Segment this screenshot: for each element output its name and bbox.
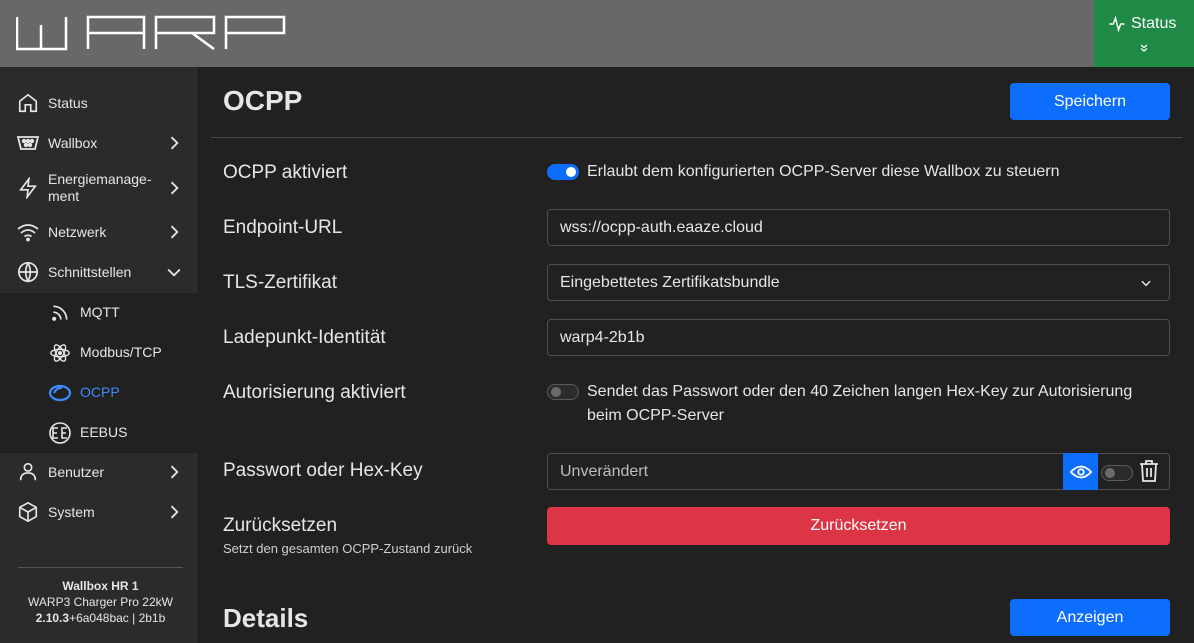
home-icon [16,91,40,115]
device-info: Wallbox HR 1 WARP3 Charger Pro 22kW 2.10… [18,567,183,626]
chevron-down-icon [1141,280,1151,287]
authorization-description: Sendet das Passwort oder den 40 Zeichen … [587,383,1133,424]
charge-point-identity-label: Ladepunkt-Identität [223,327,386,348]
bolt-icon [16,176,40,200]
user-icon [16,460,40,484]
trash-icon[interactable] [1137,458,1161,484]
sidebar-item-label: Benutzer [48,463,105,480]
sidebar-item-label: Energiemanage- ment [48,171,152,205]
sidebar-subitem-mqtt[interactable]: MQTT [0,293,199,333]
sidebar-subitem-eebus[interactable]: EEBUS [0,413,199,453]
reset-button[interactable]: Zurücksetzen [547,507,1170,545]
show-password-button[interactable] [1063,453,1098,490]
charge-point-identity-input[interactable]: warp4-2b1b [547,319,1170,356]
password-label: Passwort oder Hex-Key [223,460,423,481]
chevron-down-icon [167,268,181,277]
eye-icon [1069,465,1092,478]
sidebar-item-label: Status [48,94,88,111]
details-title: Details [223,603,309,633]
eebus-icon [48,421,72,445]
status-button[interactable]: Status [1094,0,1194,67]
authorization-enabled-label: Autorisierung aktiviert [223,382,406,403]
chevron-right-icon [170,225,179,239]
sidebar-subitem-modbus[interactable]: Modbus/TCP [0,333,199,373]
endpoint-url-input[interactable]: wss://ocpp-auth.eaaze.cloud [547,209,1170,246]
chevron-right-icon [170,505,179,519]
sidebar-item-schnittstellen[interactable]: Schnittstellen [0,252,199,292]
ocpp-enabled-label: OCPP aktiviert [223,162,348,183]
warp-logo [16,15,286,51]
device-model: WARP3 Charger Pro 22kW [28,595,173,609]
save-button[interactable]: Speichern [1010,83,1170,120]
page-title: OCPP [223,85,303,116]
sidebar-item-label-line1: Energiemanage- [48,171,152,187]
top-bar: Status [0,0,1194,67]
chevron-right-icon [170,181,179,195]
tls-certificate-label: TLS-Zertifikat [223,272,338,293]
sidebar-item-label: Netzwerk [48,223,107,240]
firmware-build: +6a048bac | 2b1b [69,611,166,625]
title-divider [211,137,1182,138]
tls-certificate-select[interactable]: Eingebettetes Zertifikatsbundle [547,264,1170,301]
ocpp-enabled-description: Erlaubt dem konfigurierten OCPP-Server d… [587,163,1060,180]
chevron-right-icon [170,465,179,479]
firmware-version-number: 2.10.3 [35,611,70,625]
sidebar-item-label-line2: ment [48,188,80,204]
sidebar-subitem-label: MQTT [80,304,120,320]
sidebar-item-label: Wallbox [48,134,98,151]
sidebar-item-netzwerk[interactable]: Netzwerk [0,212,199,252]
sidebar-item-system[interactable]: System [0,492,199,532]
main-content: OCPP Speichern OCPP aktiviert Erlaubt de… [199,67,1194,643]
plug-icon [16,131,40,155]
sidebar-subitem-label: OCPP [80,384,120,400]
ocpp-enabled-toggle[interactable] [547,164,579,180]
sidebar-item-energiemanagement[interactable]: Energiemanage- ment [0,167,199,209]
sidebar-item-benutzer[interactable]: Benutzer [0,452,199,492]
chevrons-down-icon [1140,44,1148,52]
reset-description: Setzt den gesamten OCPP-Zustand zurück [223,541,473,556]
globe-icon [16,260,40,284]
atom-icon [48,341,72,365]
endpoint-url-label: Endpoint-URL [223,217,343,238]
firmware-version: 2.10.3+6a048bac | 2b1b [18,610,183,626]
sidebar-item-wallbox[interactable]: Wallbox [0,123,199,163]
clear-password-toggle[interactable] [1101,465,1133,481]
status-label: Status [1131,15,1177,32]
sidebar-subitem-label: Modbus/TCP [80,344,162,360]
box-icon [16,500,40,524]
wifi-icon [16,220,40,244]
reset-label: Zurücksetzen [223,515,338,536]
sidebar-item-status[interactable]: Status [0,83,199,123]
rss-icon [48,301,72,325]
show-details-button[interactable]: Anzeigen [1010,599,1170,636]
authorization-enabled-toggle[interactable] [547,384,579,400]
sidebar: Status Wallbox Energiemanage- ment Netzw… [0,67,199,643]
device-name: Wallbox HR 1 [62,579,139,593]
chevron-right-icon [170,136,179,150]
activity-icon [1109,15,1125,33]
sidebar-item-label: System [48,503,95,520]
sidebar-subitem-label: EEBUS [80,424,128,440]
sidebar-subitem-ocpp[interactable]: OCPP [0,373,199,413]
sidebar-item-label: Schnittstellen [48,263,132,280]
ocpp-icon [48,381,72,405]
